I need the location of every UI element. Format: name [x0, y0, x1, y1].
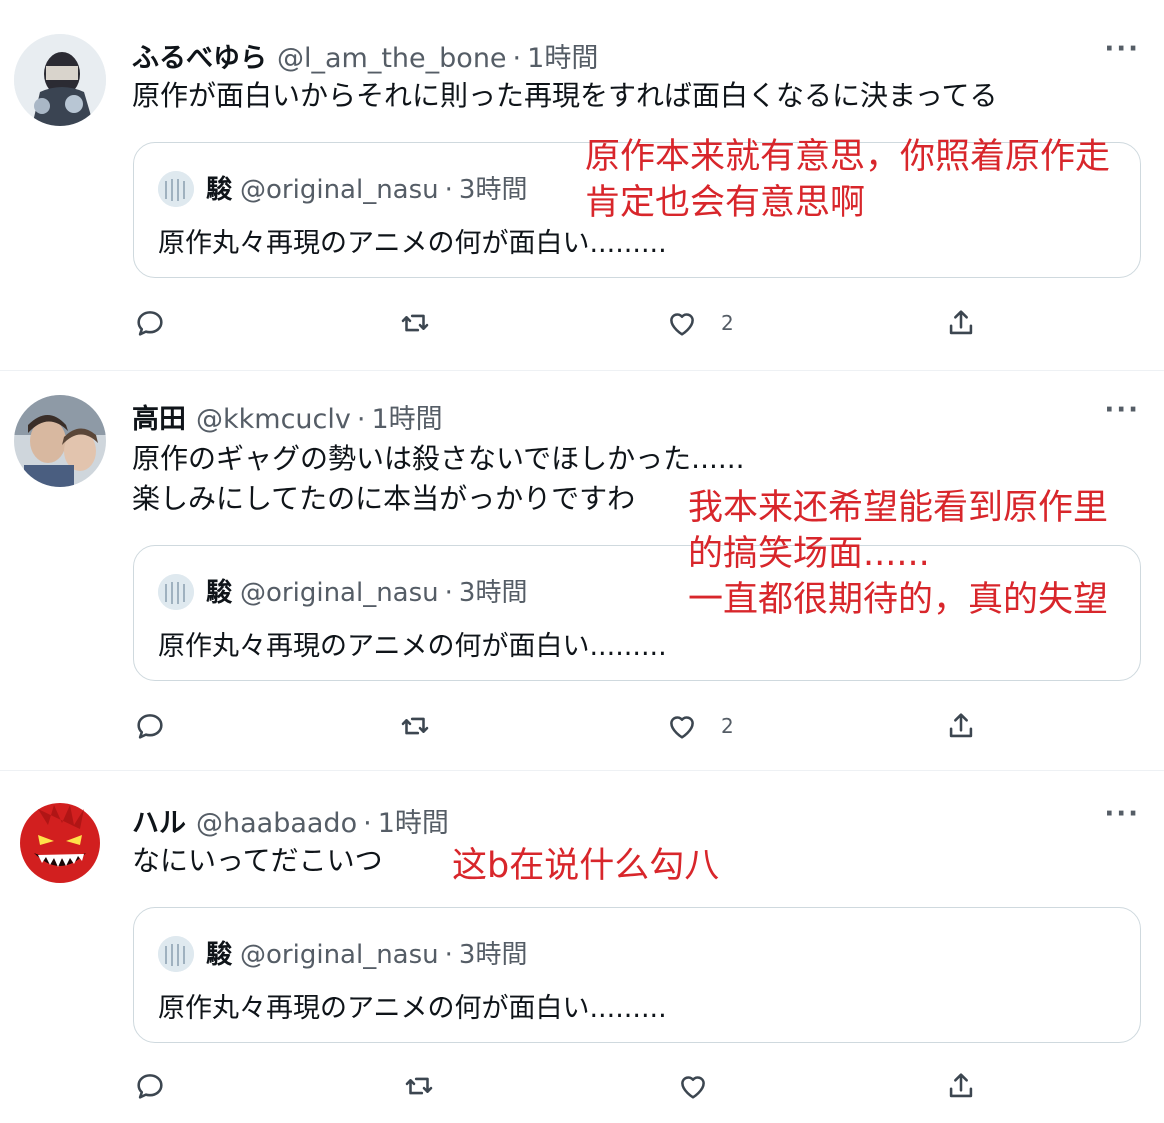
like-count: 2: [721, 714, 734, 738]
tweet-text: 原作が面白いからそれに則った再現をすれば面白くなるに決まってる: [132, 76, 997, 116]
separator: ·: [444, 175, 453, 205]
tweet-text: 原作のギャグの勢いは殺さないでほしかった...... 楽しみにしてたのに本当がっ…: [132, 439, 745, 519]
retweet-icon: [401, 314, 429, 332]
like-button[interactable]: 2: [665, 709, 734, 743]
reply-icon: [137, 714, 163, 739]
quoted-avatar: [158, 574, 194, 610]
quoted-text: 原作丸々再現のアニメの何が面白い.........: [158, 631, 667, 662]
like-icon: [681, 1076, 705, 1099]
separator: ·: [363, 808, 372, 839]
quoted-timestamp: 3時間: [458, 175, 528, 205]
like-icon: [670, 716, 694, 739]
quoted-avatar: [158, 171, 194, 207]
tweet-text-line: 原作が面白いからそれに則った再現をすれば面白くなるに決まってる: [132, 79, 998, 112]
annotation: 这b在说什么勾八: [452, 843, 719, 889]
tweet-text: なにいってだこいつ: [132, 841, 383, 881]
quoted-display-name: 駿: [206, 578, 233, 608]
avatar-image: [14, 395, 106, 487]
tweet-header: 高田 @kkmcuclv · 1時間: [132, 397, 443, 436]
quoted-header: 駿 @original_nasu · 3時間: [206, 934, 527, 971]
retweet-icon: [401, 717, 429, 735]
separator: ·: [444, 578, 453, 608]
like-button[interactable]: [676, 1069, 710, 1103]
share-icon: [949, 1073, 973, 1098]
display-name[interactable]: ふるべゆら: [132, 43, 267, 74]
quoted-tweet[interactable]: 駿 @original_nasu · 3時間 原作丸々再現のアニメの何が面白い....…: [133, 907, 1141, 1043]
quoted-text: 原作丸々再現のアニメの何が面白い.........: [158, 993, 667, 1024]
action-bar: 2: [0, 306, 1164, 346]
avatar-image: [14, 795, 106, 887]
quoted-timestamp: 3時間: [458, 940, 528, 970]
tweet[interactable]: ふるべゆら @l_am_the_bone · 1時間 ··· 原作が面白いからそれに則…: [0, 0, 1164, 370]
quoted-display-name: 駿: [206, 175, 233, 205]
timestamp[interactable]: 1時間: [527, 43, 598, 74]
avatar-image: [14, 34, 106, 126]
tweet[interactable]: 高田 @kkmcuclv · 1時間 ··· 原作のギャグの勢いは殺さないでほしかった…: [0, 370, 1164, 771]
quoted-timestamp: 3時間: [458, 578, 528, 608]
tweet-text-line: 原作のギャグの勢いは殺さないでほしかった......: [132, 442, 745, 475]
annotation-line: 这b在说什么勾八: [452, 846, 720, 886]
share-button[interactable]: [944, 1069, 978, 1103]
quoted-header: 駿 @original_nasu · 3時間: [206, 572, 527, 609]
separator: ·: [512, 43, 522, 74]
reply-icon: [137, 311, 163, 336]
timestamp[interactable]: 1時間: [378, 808, 449, 839]
quoted-handle: @original_nasu: [240, 578, 439, 608]
annotation-line: 的搞笑场面......: [688, 534, 930, 574]
quoted-avatar: [158, 936, 194, 972]
retweet-button[interactable]: [402, 1069, 436, 1103]
reply-icon: [137, 1074, 163, 1099]
tweet-text-line: なにいってだこいつ: [132, 844, 383, 877]
reply-button[interactable]: [133, 1069, 167, 1103]
tweet-header: ふるべゆら @l_am_the_bone · 1時間: [132, 36, 598, 75]
more-icon[interactable]: ···: [1104, 799, 1140, 829]
handle[interactable]: @haabaado: [196, 808, 357, 839]
tweet[interactable]: ハル @haabaado · 1時間 ··· なにいってだこいつ 駿 @original…: [0, 770, 1164, 1123]
display-name[interactable]: ハル: [132, 808, 186, 839]
more-icon[interactable]: ···: [1104, 395, 1140, 425]
annotation-line: 肯定也会有意思啊: [585, 183, 866, 223]
like-count: 2: [721, 311, 734, 335]
quoted-text: 原作丸々再現のアニメの何が面白い.........: [158, 228, 667, 259]
avatar[interactable]: [14, 395, 106, 487]
handle[interactable]: @kkmcuclv: [196, 404, 351, 435]
separator: ·: [356, 404, 366, 435]
annotation: 我本来还希望能看到原作里 的搞笑场面...... 一直都很期待的，真的失望: [688, 485, 1108, 623]
share-icon: [949, 310, 973, 335]
more-icon[interactable]: ···: [1104, 34, 1140, 64]
quoted-handle: @original_nasu: [240, 175, 439, 205]
tweet-text-line: 楽しみにしてたのに本当がっかりですわ: [132, 482, 636, 515]
quoted-header: 駿 @original_nasu · 3時間: [206, 169, 527, 206]
quoted-display-name: 駿: [206, 940, 233, 970]
annotation-line: 一直都很期待的，真的失望: [688, 580, 1109, 620]
retweet-button[interactable]: [398, 306, 432, 340]
share-button[interactable]: [944, 709, 978, 743]
retweet-button[interactable]: [398, 709, 432, 743]
avatar[interactable]: [14, 34, 106, 126]
timestamp[interactable]: 1時間: [371, 404, 442, 435]
avatar[interactable]: [14, 795, 106, 887]
handle[interactable]: @l_am_the_bone: [277, 43, 507, 74]
separator: ·: [444, 940, 453, 970]
like-icon: [670, 313, 694, 336]
quoted-handle: @original_nasu: [240, 940, 439, 970]
action-bar: 2: [0, 709, 1164, 749]
like-button[interactable]: 2: [665, 306, 734, 340]
retweet-icon: [405, 1077, 433, 1095]
action-bar: [0, 1069, 1164, 1109]
display-name[interactable]: 高田: [132, 404, 186, 435]
reply-button[interactable]: [133, 709, 167, 743]
tweet-header: ハル @haabaado · 1時間: [132, 801, 449, 840]
share-button[interactable]: [944, 306, 978, 340]
annotation: 原作本来就有意思，你照着原作走 肯定也会有意思啊: [585, 134, 1110, 226]
annotation-line: 原作本来就有意思，你照着原作走: [585, 137, 1111, 177]
annotation-line: 我本来还希望能看到原作里: [688, 488, 1109, 528]
share-icon: [949, 713, 973, 738]
reply-button[interactable]: [133, 306, 167, 340]
